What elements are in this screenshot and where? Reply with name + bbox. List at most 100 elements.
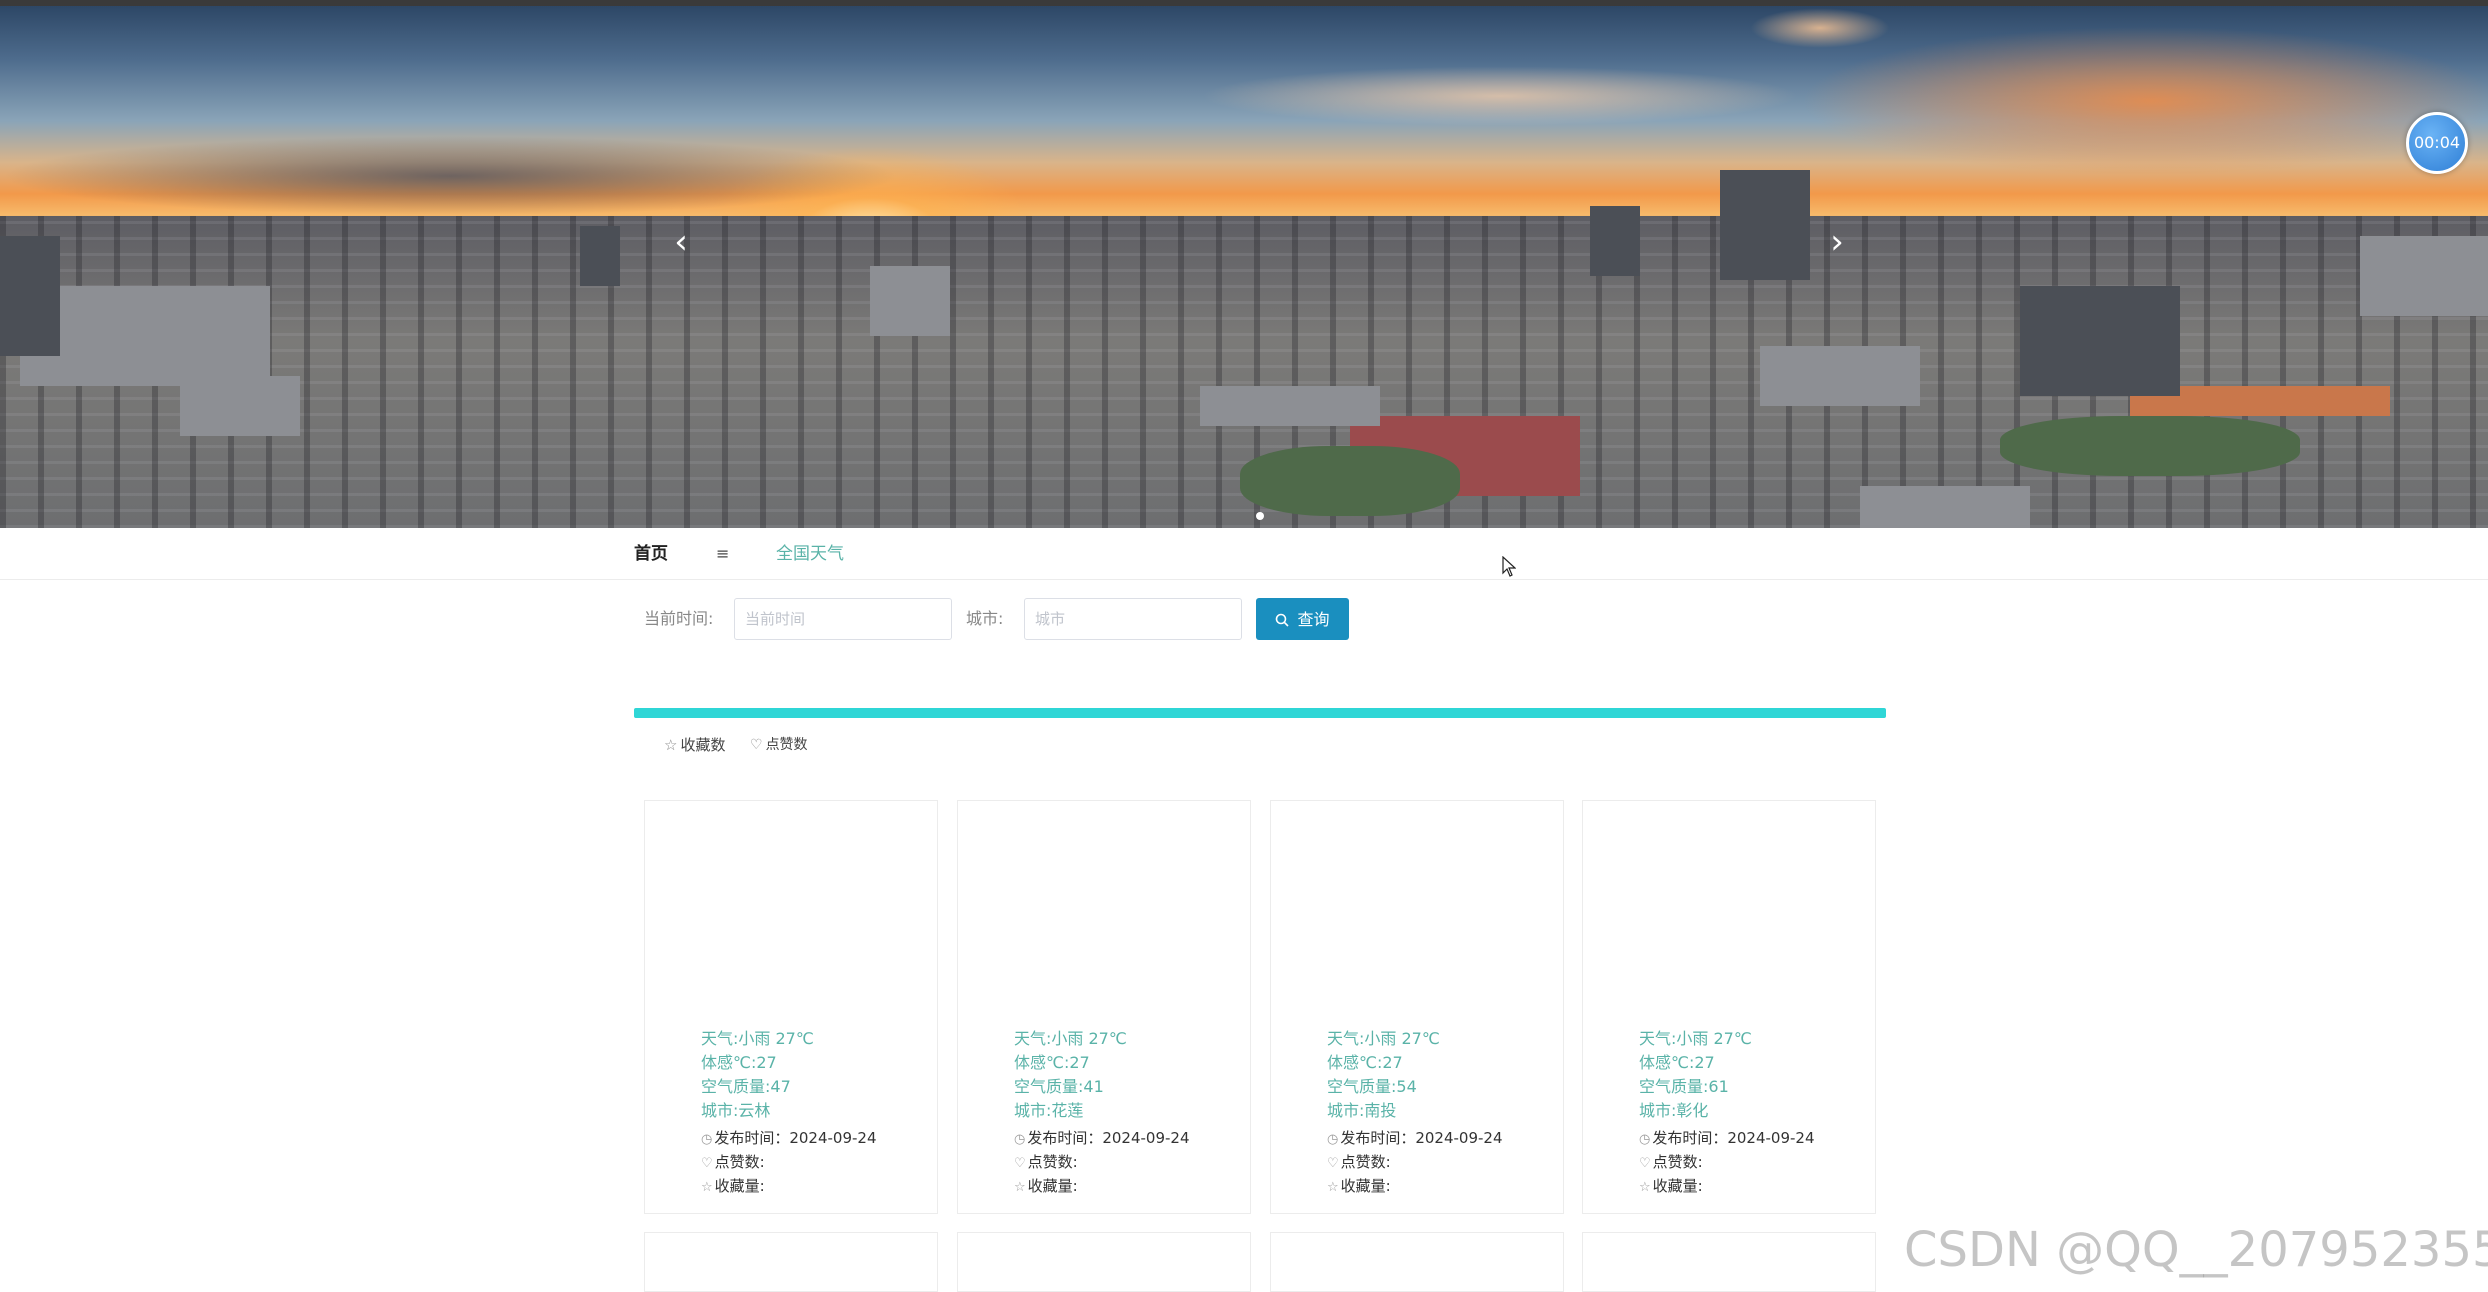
- building: [2020, 286, 2180, 396]
- search-button-label: 查询: [1297, 610, 1330, 629]
- card-feels-like: 体感℃:27: [701, 1053, 777, 1072]
- card-feels-like: 体感℃:27: [1014, 1053, 1090, 1072]
- carousel-next-arrow-icon[interactable]: ›: [1822, 222, 1852, 262]
- mouse-cursor-icon: [1502, 556, 1516, 577]
- hero-carousel: ‹ ›: [0, 6, 2488, 528]
- card-likes-text: 点赞数:: [714, 1153, 765, 1171]
- building: [0, 236, 60, 356]
- card-weather: 天气:小雨 27℃: [1327, 1029, 1440, 1048]
- star-icon: ☆: [664, 736, 678, 754]
- card-favorites-text: 收藏量:: [714, 1177, 765, 1195]
- card-favorites-text: 收藏量:: [1027, 1177, 1078, 1195]
- card-city: 城市:彰化: [1639, 1101, 1709, 1120]
- card-publish-text: 发布时间：2024-09-24: [1027, 1129, 1190, 1147]
- sort-likes-label: 点赞数: [765, 737, 808, 753]
- weather-card[interactable]: [1270, 1232, 1564, 1292]
- weather-card[interactable]: 天气:小雨 27℃ 体感℃:27 空气质量:61 城市:彰化 ◷ 发布时间：202…: [1582, 800, 1876, 1214]
- building: [1720, 170, 1810, 280]
- trees: [2000, 416, 2300, 476]
- building: [1860, 486, 2030, 528]
- building: [1200, 386, 1380, 426]
- recording-timer-badge[interactable]: 00:04: [2406, 112, 2468, 174]
- thumbs-up-icon: ♡: [701, 1156, 713, 1171]
- card-city: 城市:花莲: [1014, 1101, 1084, 1120]
- city-input[interactable]: [1024, 598, 1242, 640]
- card-air-quality: 空气质量:47: [701, 1077, 791, 1096]
- card-city: 城市:南投: [1327, 1101, 1397, 1120]
- weather-card[interactable]: [644, 1232, 938, 1292]
- thumbs-up-icon: ♡: [1639, 1156, 1651, 1171]
- card-air-quality: 空气质量:41: [1014, 1077, 1104, 1096]
- star-icon: ☆: [701, 1180, 713, 1195]
- star-icon: ☆: [1639, 1180, 1651, 1195]
- clock-icon: ◷: [1327, 1132, 1339, 1147]
- card-publish-text: 发布时间：2024-09-24: [714, 1129, 877, 1147]
- cloud: [1800, 26, 2488, 176]
- weather-card[interactable]: [957, 1232, 1251, 1292]
- card-favorites: ☆ 收藏量:: [1327, 1175, 1391, 1199]
- nav-national-weather[interactable]: 全国天气: [776, 542, 844, 566]
- cloud: [0, 136, 900, 216]
- card-publish-time: ◷ 发布时间：2024-09-24: [1327, 1127, 1503, 1151]
- cityscape: [0, 170, 2488, 528]
- card-feels-like: 体感℃:27: [1327, 1053, 1403, 1072]
- clock-icon: ◷: [1639, 1132, 1651, 1147]
- clock-icon: ◷: [1014, 1132, 1026, 1147]
- building: [180, 376, 300, 436]
- main-nav: 首页 ≡ 全国天气: [0, 528, 2488, 580]
- building: [870, 266, 950, 336]
- card-city: 城市:云林: [701, 1101, 771, 1120]
- card-publish-time: ◷ 发布时间：2024-09-24: [1639, 1127, 1815, 1151]
- cloud: [1750, 8, 1890, 48]
- csdn-watermark: CSDN @QQ__2079523559: [1904, 1222, 2488, 1278]
- sort-by-favorites[interactable]: ☆ 收藏数: [664, 734, 725, 756]
- card-favorites: ☆ 收藏量:: [701, 1175, 765, 1199]
- sort-favorites-label: 收藏数: [680, 736, 726, 754]
- card-weather: 天气:小雨 27℃: [1014, 1029, 1127, 1048]
- card-likes-text: 点赞数:: [1027, 1153, 1078, 1171]
- sort-by-likes[interactable]: ♡ 点赞数: [750, 734, 808, 756]
- card-image: [645, 801, 937, 1021]
- city-label: 城市:: [966, 609, 1004, 628]
- weather-card[interactable]: 天气:小雨 27℃ 体感℃:27 空气质量:41 城市:花莲 ◷ 发布时间：202…: [957, 800, 1251, 1214]
- card-favorites: ☆ 收藏量:: [1014, 1175, 1078, 1199]
- card-publish-time: ◷ 发布时间：2024-09-24: [1014, 1127, 1190, 1151]
- star-icon: ☆: [1327, 1180, 1339, 1195]
- carousel-prev-arrow-icon[interactable]: ‹: [666, 222, 696, 262]
- card-publish-text: 发布时间：2024-09-24: [1652, 1129, 1815, 1147]
- card-favorites-text: 收藏量:: [1340, 1177, 1391, 1195]
- card-likes: ♡ 点赞数:: [1014, 1151, 1078, 1175]
- card-image: [1271, 801, 1563, 1021]
- card-image: [958, 801, 1250, 1021]
- thumbs-up-icon: ♡: [750, 737, 763, 753]
- building: [580, 226, 620, 286]
- card-weather: 天气:小雨 27℃: [701, 1029, 814, 1048]
- carousel-indicator-dot[interactable]: [1256, 512, 1264, 520]
- card-likes: ♡ 点赞数:: [701, 1151, 765, 1175]
- menu-icon[interactable]: ≡: [716, 542, 729, 566]
- star-icon: ☆: [1014, 1180, 1026, 1195]
- card-air-quality: 空气质量:54: [1327, 1077, 1417, 1096]
- card-feels-like: 体感℃:27: [1639, 1053, 1715, 1072]
- thumbs-up-icon: ♡: [1327, 1156, 1339, 1171]
- card-likes: ♡ 点赞数:: [1639, 1151, 1703, 1175]
- building: [1760, 346, 1920, 406]
- nav-home[interactable]: 首页: [634, 542, 668, 566]
- card-publish-time: ◷ 发布时间：2024-09-24: [701, 1127, 877, 1151]
- trees: [1240, 446, 1460, 516]
- card-publish-text: 发布时间：2024-09-24: [1340, 1129, 1503, 1147]
- weather-card[interactable]: [1582, 1232, 1876, 1292]
- card-favorites-text: 收藏量:: [1652, 1177, 1703, 1195]
- cloud: [1200, 66, 1800, 126]
- building: [1590, 206, 1640, 276]
- search-button[interactable]: 查询: [1256, 598, 1349, 640]
- card-likes: ♡ 点赞数:: [1327, 1151, 1391, 1175]
- card-weather: 天气:小雨 27℃: [1639, 1029, 1752, 1048]
- card-air-quality: 空气质量:61: [1639, 1077, 1729, 1096]
- thumbs-up-icon: ♡: [1014, 1156, 1026, 1171]
- weather-card[interactable]: 天气:小雨 27℃ 体感℃:27 空气质量:47 城市:云林 ◷ 发布时间：202…: [644, 800, 938, 1214]
- time-input[interactable]: [734, 598, 952, 640]
- section-divider-bar: [634, 708, 1886, 718]
- search-icon: [1275, 599, 1290, 641]
- weather-card[interactable]: 天气:小雨 27℃ 体感℃:27 空气质量:54 城市:南投 ◷ 发布时间：202…: [1270, 800, 1564, 1214]
